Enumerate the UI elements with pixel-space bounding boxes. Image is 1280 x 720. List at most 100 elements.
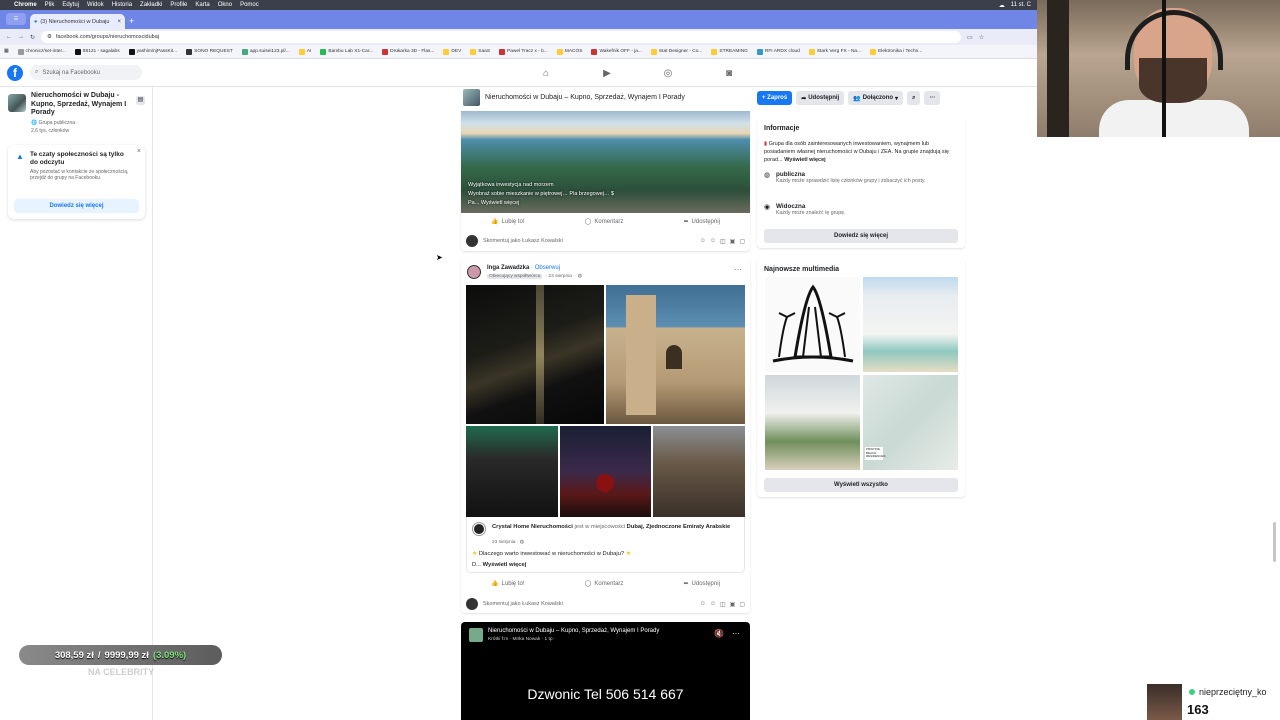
bookmark-item[interactable]: Elektronika i Techn... [870,48,922,55]
bookmark-item[interactable]: RFI ARDX cloud [756,48,800,55]
comment-input[interactable]: Skomentuj jako Łukasz Kowalski [483,601,563,607]
menu-window[interactable]: Okno [218,2,232,8]
group-header-title[interactable]: Nieruchomości w Dubaju – Kupno, Sprzedaż… [485,94,685,101]
menu-bookmarks[interactable]: Zakładki [140,2,162,8]
apps-grid-icon[interactable]: ▦ [4,49,9,54]
video-icon[interactable]: ▶ [601,68,613,79]
menu-tab[interactable]: Karta [195,2,209,8]
share-button[interactable]: ➦ Udostępnij [684,580,720,588]
bookmark-item[interactable]: Drukarka 3D - Flas... [382,48,434,55]
learn-more-button[interactable]: Dowiedz się więcej [14,199,139,213]
group-thumbnail[interactable] [8,94,26,112]
photo-restaurant-interior[interactable] [466,426,558,517]
learn-more-button[interactable]: Dowiedz się więcej [764,229,958,243]
photo-atrium-lobby[interactable] [653,426,745,517]
joined-button[interactable]: 👥 Dołączono ▾ [848,91,904,105]
menu-help[interactable]: Pomoc [240,2,259,8]
photo-burj-khalifa-night[interactable] [466,285,604,424]
comment-button[interactable]: ◯ Komentarz [585,580,624,588]
emoji-icon[interactable]: ☺ [710,238,716,245]
bookmark-item[interactable]: app.suisei123.pl/... [241,48,290,55]
share-group-button[interactable]: ➦ Udostępnij [796,91,845,105]
see-more-link[interactable]: Wyświetl więcej [784,157,825,163]
more-options-button[interactable]: ··· [924,91,941,105]
close-icon[interactable]: × [137,148,141,155]
bookmark-item[interactable]: SONO REQUEST [186,48,233,55]
forward-icon[interactable]: → [18,34,24,40]
emoji-icon[interactable]: ☺ [710,601,716,608]
close-tab-icon[interactable]: × [117,19,121,25]
url-field[interactable]: ⚙ facebook.com/groups/nieruchomoscidubaj [41,31,962,43]
video-menu-icon[interactable]: ··· [732,629,740,638]
media-burj-al-arab-illustration[interactable] [764,276,861,373]
bookmark-item[interactable]: chronicz/set-inter... [17,48,66,55]
back-icon[interactable]: ← [6,34,12,40]
media-beachfront-towers[interactable] [862,276,959,373]
group-thumbnail-small[interactable] [463,89,480,106]
bookmark-item[interactable]: STREAMING [711,48,748,55]
media-site-map[interactable]: PRISTINE · BEACH · RESIDENCES [862,374,959,471]
marketplace-icon[interactable]: ◎ [662,68,674,79]
bookmark-item[interactable]: Stat Designer - Co... [650,48,702,55]
see-more-link[interactable]: Wyświetl więcej [483,562,527,568]
like-button[interactable]: 👍 Lubię to! [491,218,525,226]
home-icon[interactable]: ⌂ [540,68,552,79]
menu-view[interactable]: Widok [87,2,104,8]
gif-icon[interactable]: ▣ [730,238,736,245]
author-name[interactable]: Inga Zawadzka [487,265,529,271]
photo-old-dubai-building[interactable] [606,285,745,424]
bookmark-item[interactable]: MACOS [556,48,582,55]
photo-drink-skyline[interactable] [560,426,651,517]
menu-file[interactable]: Plik [45,2,55,8]
shared-location[interactable]: Dubaj, Zjednoczone Emiraty Arabskie [627,524,731,530]
shared-page-name[interactable]: Crystal Home Nieruchomości [492,524,573,530]
active-tab[interactable]: ● (3) Nieruchomości w Dubaju × [30,14,125,29]
post-image-beach-resort[interactable]: Wyjątkowa inwestycja nad morzem Wyobraź … [461,111,750,213]
facebook-logo-icon[interactable]: f [7,64,23,81]
bookmark-item[interactable]: SaaS [470,48,490,55]
post-menu-icon[interactable]: ··· [734,265,742,274]
menu-history[interactable]: Historia [112,2,132,8]
group-panel-icon[interactable]: ▤ [136,96,145,105]
follow-link[interactable]: · Obserwuj [531,265,560,271]
site-info-icon[interactable]: ⚙ [47,34,52,40]
invite-button[interactable]: + Zaproś [757,91,793,105]
video-title[interactable]: Nieruchomości w Dubaju – Kupno, Sprzedaż… [488,628,659,634]
gif-icon[interactable]: ▣ [730,601,736,608]
page-scrollbar[interactable] [1273,522,1276,562]
reload-icon[interactable]: ↻ [30,34,35,41]
camera-icon[interactable]: ◫ [720,601,726,608]
weather-icon[interactable]: ☁ [999,2,1005,9]
post-date[interactable]: · 23 sierpnia · [545,274,574,279]
tab-groups-button[interactable]: ☰ [6,13,26,25]
sticker-icon[interactable]: ▢ [739,238,745,245]
media-pool-residence[interactable] [764,374,861,471]
group-name[interactable]: Nieruchomości w Dubaju - Kupno, Sprzedaż… [31,92,129,118]
camera-icon[interactable]: ◫ [720,238,726,245]
sticker-icon[interactable]: ▢ [739,601,745,608]
menu-edit[interactable]: Edytuj [62,2,79,8]
bookmark-item[interactable]: Bambu Lab X1-Car... [320,48,373,55]
like-button[interactable]: 👍 Lubię to! [491,580,525,588]
avatar-sticker-icon[interactable]: ☺ [700,238,706,245]
shared-post-preview[interactable]: Crystal Home Nieruchomości jest w miejsc… [466,517,745,573]
bookmark-item[interactable]: AI [298,48,311,55]
bookmark-item[interactable]: Stark Verg FX - Na... [808,48,861,55]
bookmark-item[interactable]: DEV [443,48,461,55]
share-button[interactable]: ➦ Udostępnij [684,218,720,226]
bookmark-item[interactable]: Pawel Tracz x - b... [499,48,548,55]
bookmark-item[interactable]: Wakefnik OFF - ja... [591,48,642,55]
menu-app-name[interactable]: Chrome [14,2,37,8]
avatar[interactable] [467,265,481,279]
menu-clock[interactable]: 11 st. C [1011,2,1031,8]
mute-icon[interactable]: 🔇 [714,629,724,638]
bookmark-item[interactable]: yashim/njPassKit... [128,48,177,55]
comment-input[interactable]: Skomentuj jako Łukasz Kowalski [483,238,563,244]
avatar-sticker-icon[interactable]: ☺ [700,601,706,608]
menu-profiles[interactable]: Profile [170,2,187,8]
new-tab-icon[interactable]: + [129,16,134,26]
video-post[interactable]: Nieruchomości w Dubaju – Kupno, Sprzedaż… [461,622,750,720]
group-search-button[interactable]: ⌕ [907,91,921,105]
bookmark-star-icon[interactable]: ☆ [979,34,984,41]
cast-icon[interactable]: ▭ [967,34,973,41]
